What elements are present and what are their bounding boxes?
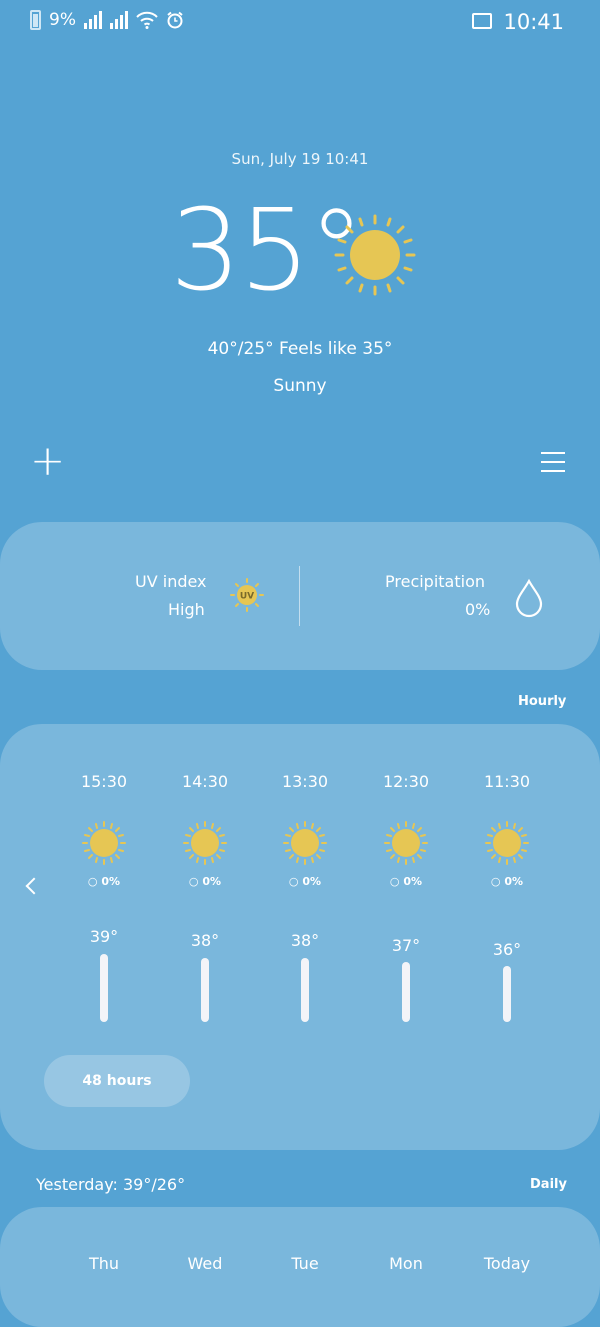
hour-precipitation: ○ 0% bbox=[482, 875, 532, 888]
day-label[interactable]: Thu bbox=[64, 1254, 144, 1273]
signal-icon-2 bbox=[109, 11, 128, 29]
hour-temperature: 38° bbox=[290, 931, 320, 950]
status-time: 10:41 bbox=[503, 10, 564, 34]
droplet-icon: ○ bbox=[490, 875, 501, 888]
precipitation-label: Precipitation bbox=[385, 572, 486, 591]
hour-temperature: 37° bbox=[391, 936, 421, 955]
hour-precipitation: ○ 0% bbox=[79, 875, 129, 888]
day-label[interactable]: Today bbox=[467, 1254, 547, 1273]
48-hours-button[interactable]: 48 hours bbox=[44, 1055, 190, 1107]
hour-precipitation: ○ 0% bbox=[381, 875, 431, 888]
current-weather: 35° bbox=[0, 195, 600, 315]
status-icons: 9% bbox=[30, 10, 184, 30]
battery-icon bbox=[30, 10, 41, 30]
yesterday-temps: Yesterday: 39°/26° bbox=[36, 1175, 186, 1194]
hour-temperature-bar bbox=[100, 954, 108, 1022]
hour-precipitation: ○ 0% bbox=[280, 875, 330, 888]
daily-title: Daily bbox=[530, 1177, 567, 1192]
hour-temperature: 39° bbox=[89, 927, 119, 946]
signal-icon bbox=[83, 11, 102, 29]
weather-condition: Sunny bbox=[273, 376, 327, 396]
precipitation-value: 0% bbox=[465, 600, 491, 619]
info-divider bbox=[299, 566, 300, 626]
add-location-button[interactable]: + bbox=[30, 440, 65, 482]
day-label[interactable]: Wed bbox=[165, 1254, 245, 1273]
hour-time: 15:30 bbox=[80, 772, 128, 791]
hour-temperature: 38° bbox=[190, 931, 220, 950]
droplet-icon: ○ bbox=[87, 875, 98, 888]
hour-precip-value: 0% bbox=[302, 875, 322, 888]
hi-lo-feels-like: 40°/25° Feels like 35° bbox=[207, 339, 393, 359]
day-label[interactable]: Tue bbox=[265, 1254, 345, 1273]
droplet-icon: ○ bbox=[389, 875, 400, 888]
sun-icon bbox=[182, 820, 228, 870]
hour-temperature: 36° bbox=[492, 940, 522, 959]
droplet-icon: ○ bbox=[188, 875, 199, 888]
hour-time: 13:30 bbox=[281, 772, 329, 791]
alarm-icon bbox=[167, 11, 183, 29]
uv-icon: UV bbox=[230, 578, 264, 612]
hour-precipitation: ○ 0% bbox=[180, 875, 230, 888]
menu-icon[interactable] bbox=[541, 452, 565, 479]
sun-icon bbox=[282, 820, 328, 870]
battery-percent: 9% bbox=[49, 10, 76, 30]
day-label[interactable]: Mon bbox=[366, 1254, 446, 1273]
uv-badge: UV bbox=[240, 592, 254, 602]
hour-temperature-bar bbox=[301, 958, 309, 1022]
sun-icon bbox=[383, 820, 429, 870]
hour-precip-value: 0% bbox=[101, 875, 121, 888]
sun-icon bbox=[81, 820, 127, 870]
hour-precip-value: 0% bbox=[202, 875, 222, 888]
hour-time: 14:30 bbox=[181, 772, 229, 791]
gallery-icon bbox=[472, 13, 492, 29]
uv-index-label: UV index bbox=[135, 572, 207, 591]
date-time: Sun, July 19 10:41 bbox=[231, 150, 369, 168]
uv-index-value: High bbox=[168, 600, 205, 619]
sun-icon bbox=[484, 820, 530, 870]
hour-temperature-bar bbox=[402, 962, 410, 1022]
hour-precip-value: 0% bbox=[504, 875, 524, 888]
info-card bbox=[0, 522, 600, 670]
status-bar: 9% 10:41 bbox=[0, 0, 600, 44]
hour-time: 12:30 bbox=[382, 772, 430, 791]
hour-temperature-bar bbox=[503, 966, 511, 1022]
hour-precip-value: 0% bbox=[403, 875, 423, 888]
sun-icon[interactable] bbox=[330, 210, 420, 300]
hour-time: 11:30 bbox=[483, 772, 531, 791]
hour-temperature-bar bbox=[201, 958, 209, 1022]
droplet-icon bbox=[515, 578, 543, 618]
hourly-title: Hourly bbox=[518, 694, 567, 709]
droplet-icon: ○ bbox=[288, 875, 299, 888]
wifi-icon bbox=[136, 11, 158, 29]
